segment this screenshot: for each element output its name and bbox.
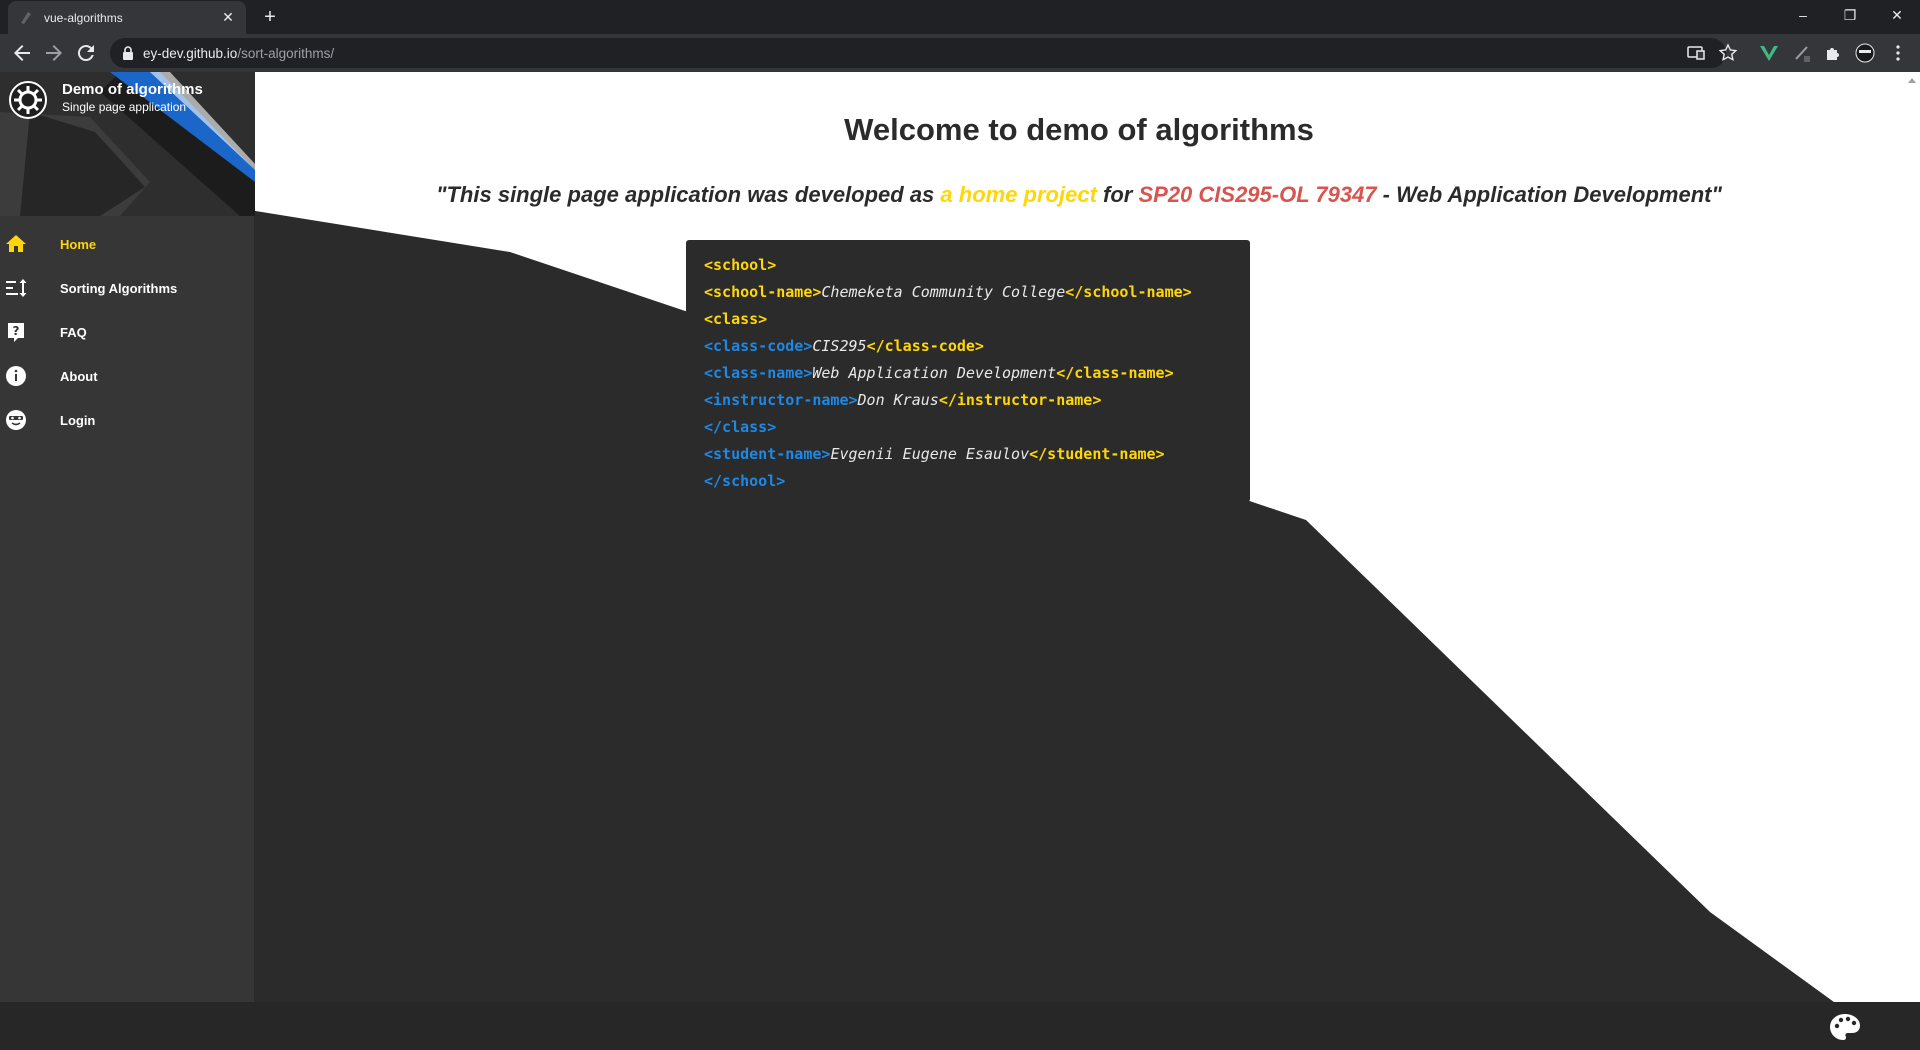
extension-pen-icon[interactable] [1792, 43, 1812, 63]
vue-devtools-icon[interactable] [1759, 43, 1779, 63]
nav-list: Home Sorting Algorithms ? FAQ About Logi… [0, 222, 255, 442]
back-arrow-icon[interactable] [10, 41, 34, 65]
nav-label-sorting-algorithms: Sorting Algorithms [60, 280, 178, 296]
extensions-puzzle-icon[interactable] [1824, 43, 1844, 63]
code-line: <class> [704, 310, 768, 328]
lock-icon[interactable] [122, 46, 134, 60]
help-icon: ? [8, 323, 24, 342]
new-tab-button[interactable]: + [258, 5, 282, 29]
url-text: ey-dev.github.io/sort-algorithms/ [143, 45, 335, 61]
cast-icon[interactable] [1686, 43, 1706, 63]
nav-item-home[interactable]: Home [0, 222, 255, 266]
window-restore-button[interactable]: ❐ [1827, 0, 1873, 30]
code-line: </school> [704, 472, 786, 490]
code-line: </class> [704, 418, 777, 436]
code-line: <class-code>CIS295</class-code> [704, 337, 984, 355]
code-line: <school-name>Chemeketa Community College… [704, 283, 1192, 301]
app-subtitle: Single page application [62, 100, 187, 114]
window-minimize-button[interactable]: – [1780, 0, 1826, 30]
profile-avatar-icon[interactable] [1855, 43, 1875, 63]
nav-label-home: Home [60, 236, 97, 252]
browser-tabstrip: vue-algorithms ✕ + – ❐ ✕ [0, 0, 1920, 34]
forward-arrow-icon[interactable] [42, 41, 66, 65]
browser-tab[interactable]: vue-algorithms ✕ [8, 1, 246, 34]
code-line: <student-name>Evgenii Eugene Esaulov</st… [704, 445, 1165, 463]
face-icon [6, 410, 26, 430]
tab-close-icon[interactable]: ✕ [220, 9, 236, 26]
page-scrollbar[interactable] [1903, 72, 1920, 1002]
palette-icon[interactable] [1828, 1012, 1862, 1042]
navigation-drawer: Demo of algorithms Single page applicati… [0, 72, 255, 1002]
nav-item-about[interactable]: About [0, 354, 255, 398]
nav-label-login: Login [60, 412, 96, 428]
nav-item-login[interactable]: Login [0, 398, 255, 442]
home-icon [6, 235, 26, 252]
reload-icon[interactable] [74, 41, 98, 65]
page-footer [0, 1002, 1920, 1050]
info-icon [6, 366, 26, 386]
scroll-up-arrow-icon[interactable] [1908, 78, 1916, 83]
nav-item-faq[interactable]: ? FAQ [0, 310, 255, 354]
bookmark-star-icon[interactable] [1718, 43, 1738, 63]
nav-label-faq: FAQ [60, 324, 87, 340]
gear-logo-icon [9, 81, 47, 119]
window-close-button[interactable]: ✕ [1874, 0, 1920, 30]
code-line: <school> [704, 256, 777, 274]
sort-icon [6, 279, 27, 297]
svg-text:?: ? [13, 324, 20, 338]
code-line: <class-name>Web Application Development<… [704, 364, 1174, 382]
tab-favicon-icon [21, 11, 31, 24]
address-bar[interactable]: ey-dev.github.io/sort-algorithms/ [110, 38, 1726, 68]
tab-title: vue-algorithms [44, 10, 123, 25]
background-shard-shape [200, 202, 1900, 1050]
drawer-header: Demo of algorithms Single page applicati… [0, 72, 255, 216]
code-line: <instructor-name>Don Kraus</instructor-n… [704, 391, 1102, 409]
page-viewport: Demo of algorithms Single page applicati… [0, 72, 1920, 1050]
browser-toolbar: ey-dev.github.io/sort-algorithms/ [0, 34, 1920, 72]
school-info-code-block: <school> <school-name>Chemeketa Communit… [686, 240, 1250, 502]
nav-item-sorting-algorithms[interactable]: Sorting Algorithms [0, 266, 255, 310]
app-title: Demo of algorithms [62, 81, 203, 98]
browser-menu-icon[interactable] [1888, 43, 1908, 63]
nav-label-about: About [60, 368, 98, 384]
